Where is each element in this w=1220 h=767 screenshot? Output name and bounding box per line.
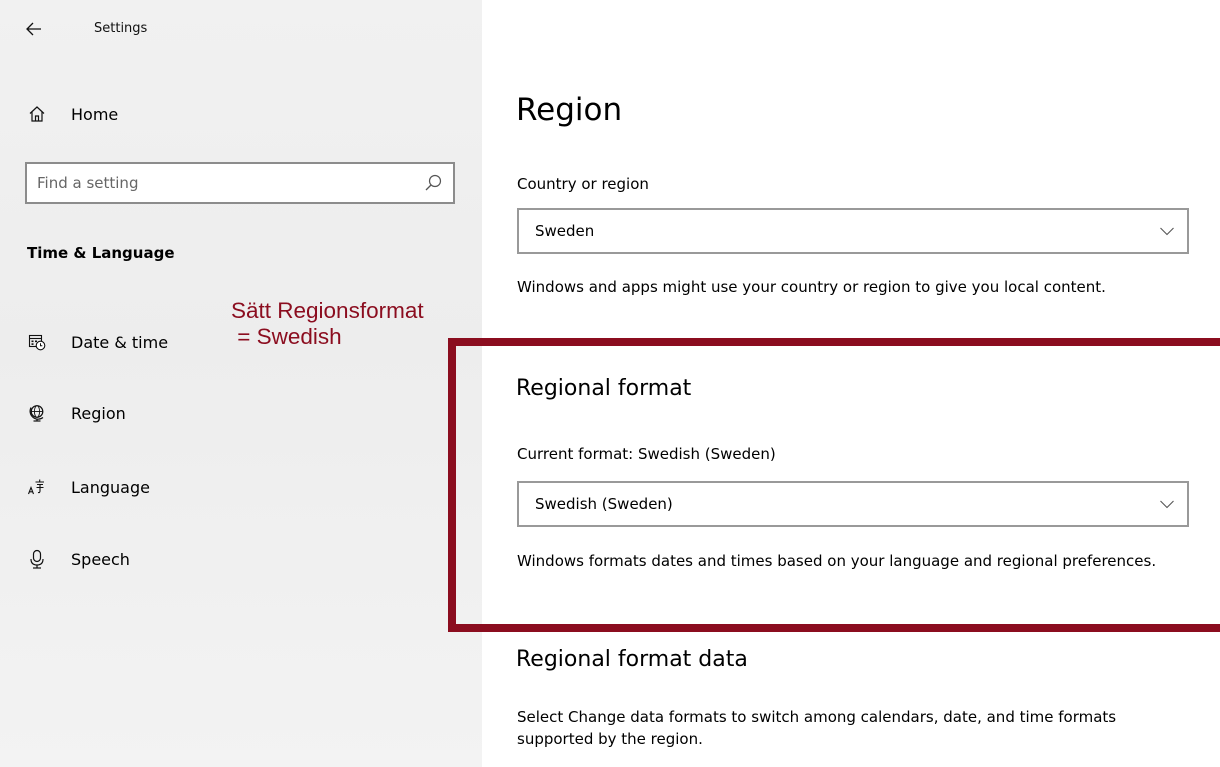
sidebar-item-language[interactable]: Language xyxy=(27,473,207,501)
search-box xyxy=(25,162,455,204)
sidebar-item-label: Speech xyxy=(71,549,130,569)
home-label: Home xyxy=(71,104,119,124)
sidebar-item-speech[interactable]: Speech xyxy=(27,545,207,573)
regional-format-value: Swedish (Sweden) xyxy=(535,495,673,513)
search-input[interactable] xyxy=(37,164,407,202)
section-heading: Time & Language xyxy=(27,244,175,262)
home-nav-item[interactable]: Home xyxy=(27,100,118,128)
sidebar-item-label: Region xyxy=(71,403,126,423)
back-arrow-icon xyxy=(26,22,41,36)
back-button[interactable] xyxy=(24,19,44,39)
sidebar-item-region[interactable]: Region xyxy=(27,399,207,427)
microphone-icon xyxy=(27,549,47,569)
window-title: Settings xyxy=(94,21,148,36)
regional-format-heading: Regional format xyxy=(516,376,692,401)
search-icon[interactable] xyxy=(423,173,443,193)
country-region-label: Country or region xyxy=(517,175,649,193)
current-format-label: Current format: Swedish (Sweden) xyxy=(517,445,776,463)
home-icon xyxy=(27,104,47,124)
sidebar-item-label: Date & time xyxy=(71,332,169,352)
sidebar-item-date-time[interactable]: Date & time xyxy=(27,328,207,356)
regional-format-description: Windows formats dates and times based on… xyxy=(517,552,1157,570)
sidebar-item-label: Language xyxy=(71,477,150,497)
regional-format-data-heading: Regional format data xyxy=(516,647,748,672)
annotation-text: Sätt Regionsformat = Swedish xyxy=(231,298,424,349)
settings-window: Settings Home Time & Language xyxy=(0,0,1220,767)
country-region-value: Sweden xyxy=(535,222,595,240)
language-icon xyxy=(27,477,47,497)
calendar-clock-icon xyxy=(27,332,47,352)
page-title: Region xyxy=(516,92,623,128)
globe-icon xyxy=(27,403,47,423)
regional-format-dropdown[interactable]: Swedish (Sweden) xyxy=(517,481,1189,527)
chevron-down-icon xyxy=(1160,227,1174,236)
chevron-down-icon xyxy=(1160,500,1174,509)
title-bar: Settings xyxy=(0,10,482,50)
country-region-dropdown[interactable]: Sweden xyxy=(517,208,1189,254)
regional-format-data-description: Select Change data formats to switch amo… xyxy=(517,708,1117,748)
main-content: Region Country or region Sweden Windows … xyxy=(482,0,1220,767)
country-region-description: Windows and apps might use your country … xyxy=(517,278,1106,296)
sidebar: Settings Home Time & Language xyxy=(0,0,482,767)
